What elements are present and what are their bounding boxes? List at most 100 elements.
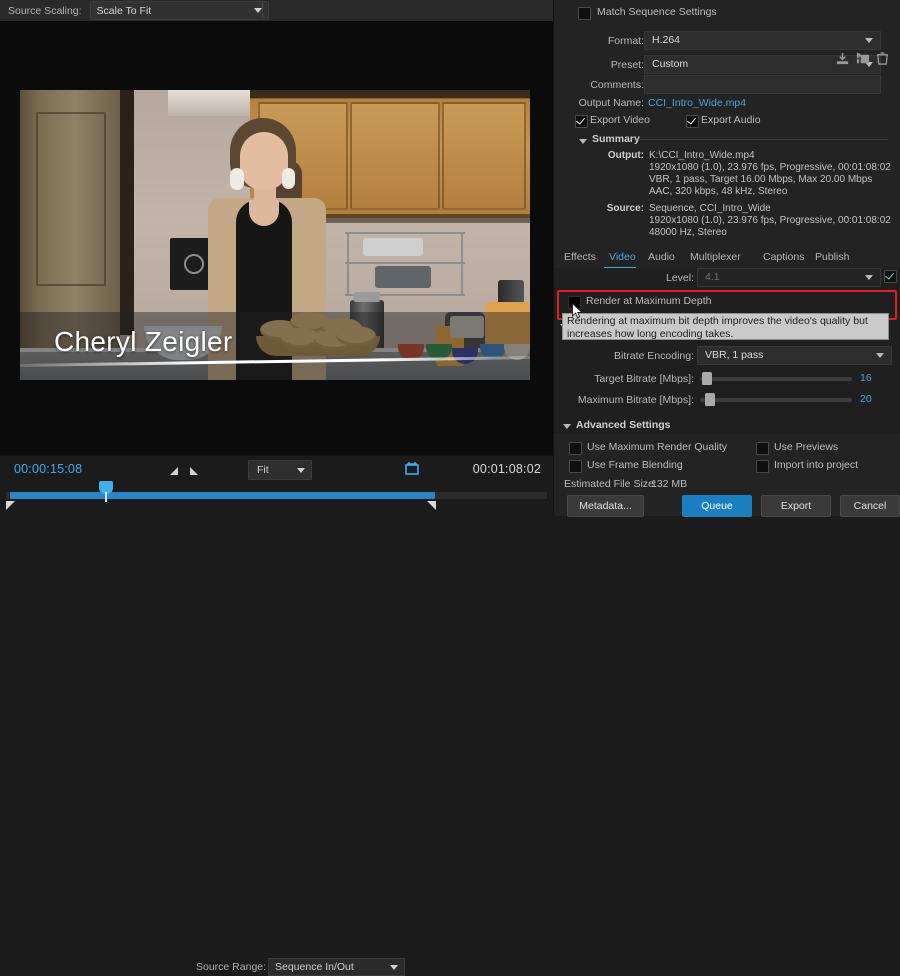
source-preview-panel: Source Scaling: Scale To Fit Cheryl Zeig… — [0, 0, 553, 976]
format-label: Format: — [607, 35, 644, 47]
summary-source-key: Source: — [606, 203, 644, 214]
tab-video[interactable]: Video — [607, 251, 638, 263]
source-scaling-label: Source Scaling: — [8, 4, 82, 17]
target-bitrate-slider-handle[interactable] — [702, 372, 712, 385]
source-range-label: Source Range: — [196, 961, 267, 973]
use-previews-checkbox[interactable] — [756, 442, 769, 455]
max-bitrate-slider[interactable] — [700, 398, 852, 402]
estimated-file-size-value: 132 MB — [651, 478, 688, 490]
max-bitrate-slider-handle[interactable] — [705, 393, 715, 406]
export-audio-checkbox[interactable] — [686, 115, 699, 128]
level-label: Level: — [665, 272, 694, 284]
queue-button[interactable]: Queue — [682, 495, 752, 517]
tab-publish[interactable]: Publish — [813, 251, 851, 263]
summary-disclosure-icon[interactable] — [579, 139, 587, 144]
use-frame-blending-label: Use Frame Blending — [587, 459, 683, 471]
import-into-project-checkbox[interactable] — [756, 460, 769, 473]
set-out-point-icon[interactable] — [188, 465, 200, 477]
comments-label: Comments: — [590, 79, 644, 91]
cabinet-door — [442, 102, 526, 210]
source-scaling-dropdown[interactable]: Scale To Fit — [89, 1, 269, 20]
metadata-button[interactable]: Metadata... — [567, 495, 644, 517]
target-bitrate-label: Target Bitrate [Mbps]: — [594, 373, 694, 385]
current-timecode[interactable]: 00:00:15:08 — [14, 462, 82, 476]
estimated-file-size-label: Estimated File Size: — [564, 478, 657, 490]
premiere-export-settings-window: Source Scaling: Scale To Fit Cheryl Zeig… — [0, 0, 900, 976]
use-frame-blending-checkbox[interactable] — [569, 460, 582, 473]
advanced-settings-disclosure-icon[interactable] — [563, 424, 571, 429]
delete-preset-icon[interactable] — [876, 51, 889, 66]
tab-effects[interactable]: Effects — [562, 251, 598, 263]
in-point-marker[interactable] — [6, 501, 15, 510]
tab-captions[interactable]: Captions — [761, 251, 806, 263]
import-preset-icon[interactable] — [855, 51, 871, 66]
output-name-link[interactable]: CCI_Intro_Wide.mp4 — [648, 97, 746, 109]
summary-output-line: K:\CCI_Intro_Wide.mp4 — [649, 150, 755, 161]
export-settings-panel: Match Sequence Settings Format: H.264 Pr… — [553, 0, 900, 517]
max-bitrate-label: Maximum Bitrate [Mbps]: — [577, 394, 694, 406]
summary-source-line: 1920x1080 (1.0), 23.976 fps, Progressive… — [649, 215, 891, 226]
preset-label: Preset: — [610, 59, 644, 71]
format-dropdown[interactable]: H.264 — [644, 31, 881, 50]
video-stage: Cheryl Zeigler — [0, 21, 553, 455]
use-previews-label: Use Previews — [774, 441, 839, 453]
use-max-render-quality-checkbox[interactable] — [569, 442, 582, 455]
target-bitrate-slider[interactable] — [700, 377, 852, 381]
set-in-point-icon[interactable] — [168, 465, 180, 477]
lower-third-name: Cheryl Zeigler — [54, 326, 233, 357]
chevron-down-icon — [297, 468, 305, 473]
comments-input[interactable] — [644, 75, 881, 94]
door-jamb — [120, 90, 134, 335]
max-bitrate-value[interactable]: 20 — [860, 393, 872, 405]
video-preview-frame[interactable]: Cheryl Zeigler — [20, 90, 530, 380]
bitrate-encoding-label: Bitrate Encoding: — [614, 350, 694, 362]
transport-bar: 00:00:15:08 00:01:08:02 Fit Source Range… — [0, 455, 553, 976]
summary-source-line: Sequence, CCI_Intro_Wide — [649, 203, 771, 214]
output-name-label: Output Name: — [578, 97, 644, 109]
summary-rule — [640, 139, 888, 140]
export-frame-icon[interactable] — [404, 461, 420, 476]
timeline-work-area[interactable] — [10, 492, 435, 499]
source-scaling-toolbar: Source Scaling: Scale To Fit — [0, 0, 553, 22]
tab-multiplexer[interactable]: Multiplexer — [688, 251, 743, 263]
source-range-dropdown[interactable]: Sequence In/Out — [268, 958, 405, 976]
playhead-line — [105, 492, 107, 502]
export-video-label: Export Video — [590, 114, 650, 126]
stove-knob — [184, 254, 204, 274]
level-dropdown[interactable]: 4.1 — [697, 268, 881, 287]
chevron-down-icon — [253, 8, 262, 13]
summary-header: Summary — [592, 133, 640, 145]
summary-output-line: 1920x1080 (1.0), 23.976 fps, Progressive… — [649, 162, 891, 173]
match-sequence-settings-checkbox[interactable] — [578, 7, 591, 20]
zoom-level-dropdown[interactable]: Fit — [248, 460, 312, 480]
cabinet-door — [350, 102, 440, 210]
summary-output-key: Output: — [607, 150, 644, 161]
bitrate-encoding-dropdown[interactable]: VBR, 1 pass — [697, 346, 892, 365]
cancel-button[interactable]: Cancel — [840, 495, 900, 517]
out-point-marker[interactable] — [427, 501, 436, 510]
export-video-checkbox[interactable] — [575, 115, 588, 128]
format-value: H.264 — [652, 34, 681, 46]
chevron-down-icon — [865, 275, 873, 280]
advanced-settings-header[interactable]: Advanced Settings — [576, 419, 671, 431]
chevron-down-icon — [876, 353, 884, 358]
tab-audio[interactable]: Audio — [646, 251, 677, 263]
summary-output-line: AAC, 320 kbps, 48 kHz, Stereo — [649, 186, 788, 197]
earring — [282, 168, 295, 189]
export-audio-label: Export Audio — [701, 114, 761, 126]
video-settings-panel: Level: 4.1 Render at Maximum Depth Rende… — [554, 268, 900, 434]
wire-shelf — [345, 232, 465, 298]
preset-value: Custom — [652, 58, 689, 70]
export-options-footer: Use Maximum Render Quality Use Previews … — [554, 433, 900, 517]
duration-timecode[interactable]: 00:01:08:02 — [473, 462, 541, 476]
match-sequence-settings-label: Match Sequence Settings — [597, 6, 717, 18]
summary-source-line: 48000 Hz, Stereo — [649, 227, 727, 238]
save-preset-icon[interactable] — [835, 51, 850, 66]
target-bitrate-value[interactable]: 16 — [860, 372, 872, 384]
export-button[interactable]: Export — [761, 495, 831, 517]
render-max-depth-label: Render at Maximum Depth — [586, 295, 712, 307]
level-enable-checkbox[interactable] — [884, 270, 897, 283]
bowl-stack — [375, 266, 431, 288]
mouse-cursor-icon — [572, 303, 583, 319]
level-value: 4.1 — [705, 271, 720, 283]
